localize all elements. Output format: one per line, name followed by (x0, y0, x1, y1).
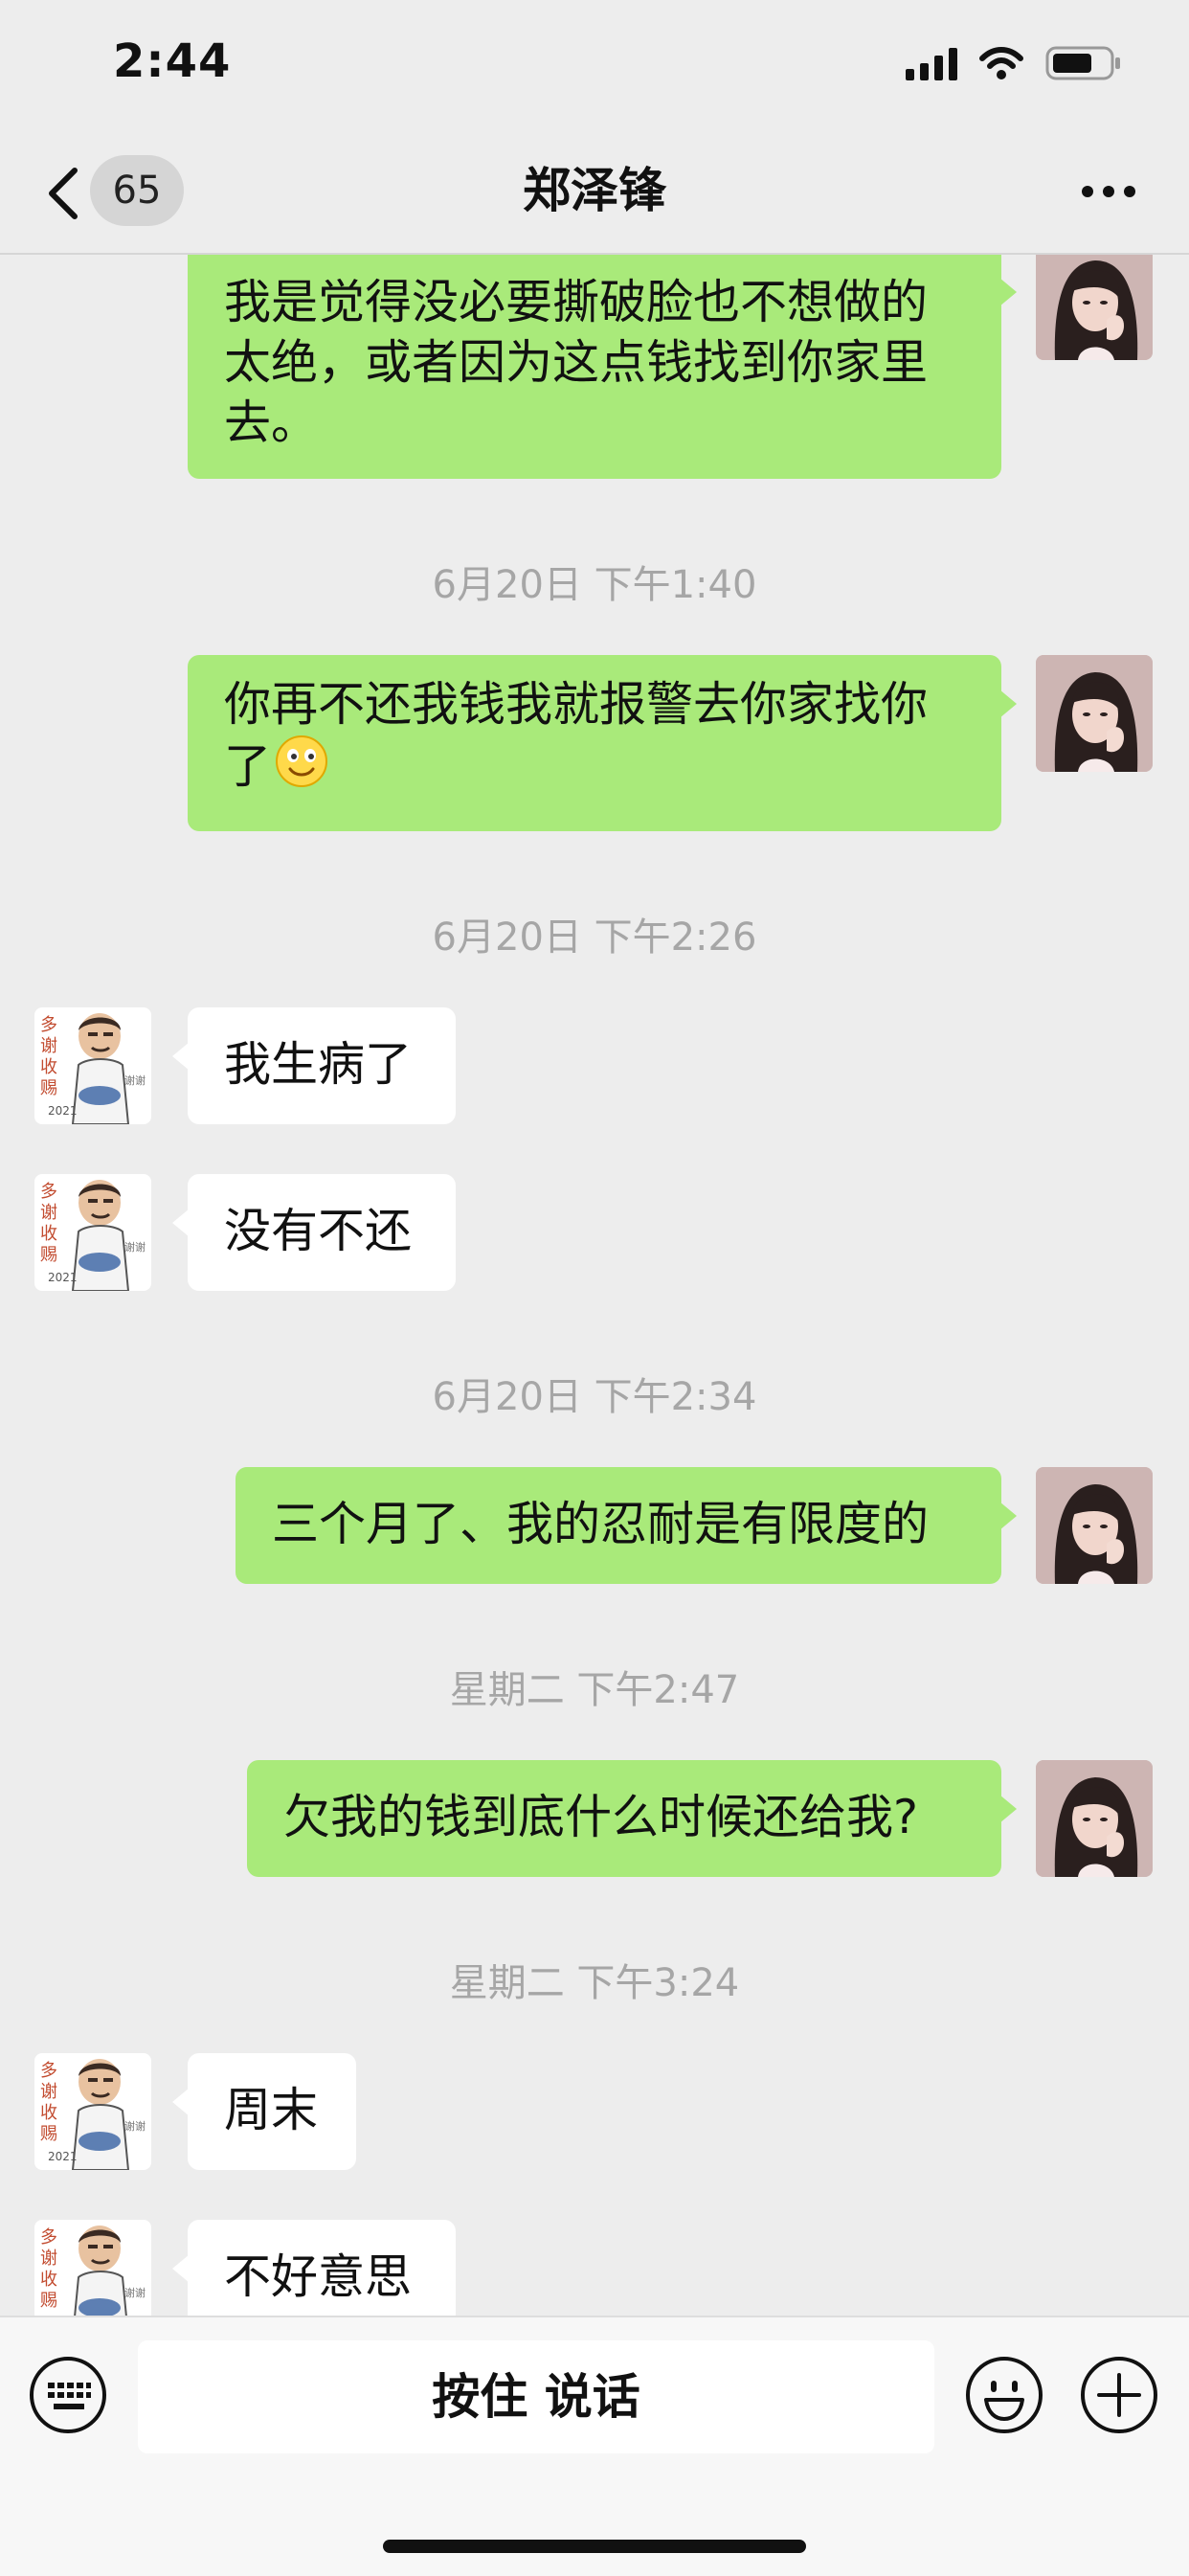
message-bubble[interactable]: 欠我的钱到底什么时候还给我? (247, 1760, 1017, 1877)
more-dots-icon[interactable] (1078, 172, 1139, 211)
message-text: 没有不还 (224, 1204, 413, 1258)
chat-title: 郑泽锋 (523, 163, 666, 218)
message-bubble[interactable]: 我是觉得没必要撕破脸也不想做的太绝，或者因为这点钱找到你家里去。 (188, 255, 1017, 479)
input-bar: 按住 说话 (0, 2316, 1189, 2576)
status-bar: 2:44 (0, 0, 1189, 134)
message-bubble[interactable]: 周末 (172, 2053, 356, 2170)
message-bubble[interactable]: 不好意思 (172, 2220, 456, 2316)
message-text: 我生病了 (224, 1037, 413, 1092)
message-text: 你再不还我钱我就报警去你家找你了 (224, 677, 929, 794)
message-bubble[interactable]: 三个月了、我的忍耐是有限度的 (236, 1467, 1017, 1584)
status-icons (906, 42, 1122, 84)
contact-avatar[interactable] (34, 1174, 151, 1291)
my-avatar[interactable] (1036, 655, 1153, 772)
hold-to-talk-button[interactable]: 按住 说话 (138, 2340, 934, 2453)
contact-avatar[interactable] (34, 2220, 151, 2316)
home-indicator[interactable] (383, 2540, 806, 2553)
message-bubble[interactable]: 没有不还 (172, 1174, 456, 1291)
my-avatar[interactable] (1036, 255, 1153, 360)
message-list[interactable]: 我是觉得没必要撕破脸也不想做的太绝，或者因为这点钱找到你家里去。 6月20日 下… (0, 255, 1189, 2316)
message-text: 我是觉得没必要撕破脸也不想做的太绝，或者因为这点钱找到你家里去。 (224, 275, 929, 450)
contact-avatar[interactable] (34, 1007, 151, 1124)
my-avatar[interactable] (1036, 1760, 1153, 1877)
timestamp: 6月20日 下午2:26 (432, 915, 757, 960)
my-avatar[interactable] (1036, 1467, 1153, 1584)
message-text: 欠我的钱到底什么时候还给我? (283, 1790, 919, 1844)
message-text: 不好意思 (224, 2249, 413, 2304)
wifi-icon (979, 47, 1023, 79)
message-text: 三个月了、我的忍耐是有限度的 (272, 1497, 930, 1551)
message-bubble[interactable]: 我生病了 (172, 1007, 456, 1124)
contact-avatar[interactable] (34, 2053, 151, 2170)
message-bubble[interactable]: 你再不还我钱我就报警去你家找你了 (188, 655, 1017, 831)
timestamp: 星期二 下午3:24 (449, 1961, 740, 2005)
timestamp: 星期二 下午2:47 (449, 1668, 740, 1712)
signal-icon (906, 46, 957, 80)
nav-bar: 65 郑泽锋 (0, 134, 1189, 255)
smile-emoji-icon (276, 735, 328, 787)
message-text: 周末 (224, 2083, 319, 2137)
emoji-icon[interactable] (965, 2356, 1043, 2434)
battery-icon (1045, 46, 1120, 80)
timestamp: 6月20日 下午1:40 (432, 563, 757, 607)
keyboard-icon[interactable] (29, 2356, 107, 2434)
plus-icon[interactable] (1080, 2356, 1158, 2434)
status-time: 2:44 (113, 34, 232, 88)
timestamp: 6月20日 下午2:34 (432, 1375, 757, 1419)
